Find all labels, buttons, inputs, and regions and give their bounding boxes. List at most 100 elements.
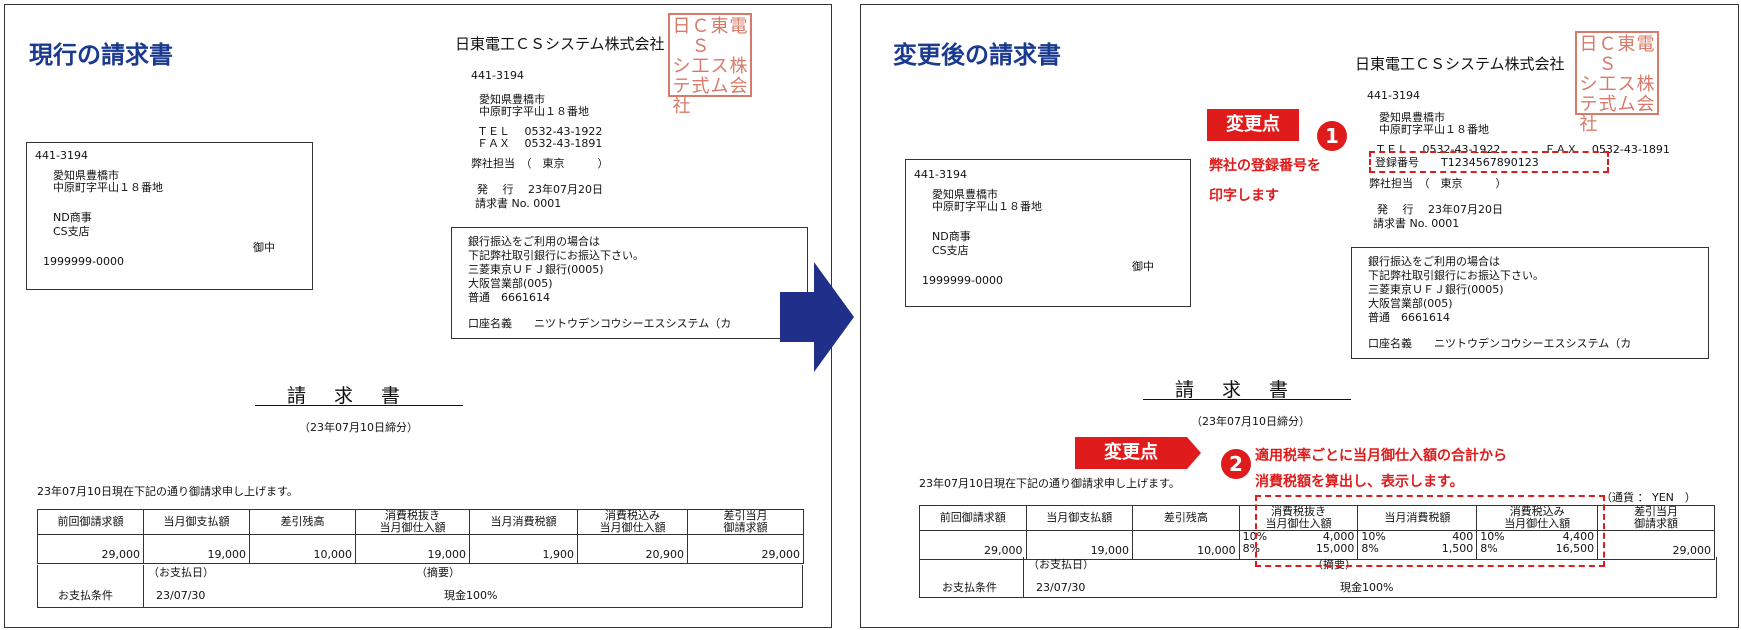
invoice-title-underline bbox=[255, 405, 463, 406]
change-1-line-1: 弊社の登録番号を bbox=[1209, 158, 1321, 174]
pay-date: 23/07/30 bbox=[1036, 581, 1086, 594]
change-2-line-1: 適用税率ごとに当月御仕入額の合計から bbox=[1255, 448, 1507, 464]
recipient-name-2: CS支店 bbox=[932, 244, 969, 257]
value-purchase-excl-tax: 19,000 bbox=[355, 534, 470, 564]
revised-invoice-panel: 変更後の請求書 日東電工ＣＳシステム株式会社 日 ＣＳ 東電 シ工ス株 テ式ム会 社… bbox=[860, 4, 1739, 628]
header-billing-amount: 差引当月 御請求額 bbox=[687, 509, 804, 535]
value-paid: 19,000 bbox=[1025, 530, 1134, 560]
company-seal: 日 ＣＳ 東電 シ工ス株 テ式ム会 社 bbox=[1575, 31, 1659, 135]
value-tax: 1,900 bbox=[469, 534, 578, 564]
change-1-line-2: 印字します bbox=[1209, 188, 1279, 204]
value-paid: 19,000 bbox=[143, 534, 250, 564]
company-seal: 日 ＣＳ 東電 シ工ス株 テ式ム会 社 bbox=[668, 13, 752, 117]
change-number-1: 1 bbox=[1317, 121, 1347, 151]
value-billing-amount: 29,000 bbox=[1597, 530, 1715, 560]
issuer-person: 弊社担当 （ 東京 ） bbox=[1369, 177, 1507, 190]
header-paid: 当月御支払額 bbox=[143, 509, 250, 535]
issuer-person: 弊社担当 （ 東京 ） bbox=[471, 157, 609, 170]
bank-line-5: 普通 6661614 bbox=[1368, 311, 1450, 324]
change-number-2: 2 bbox=[1221, 449, 1251, 479]
callout-pointer-icon bbox=[1187, 437, 1201, 469]
payment-terms-label: お支払条件 bbox=[58, 589, 113, 602]
issue-date: 発 行 23年07月20日 bbox=[1377, 203, 1503, 216]
recipient-box: 441-3194 愛知県豊橋市 中原町字平山１８番地 ND商事 CS支店 御中 … bbox=[26, 142, 313, 290]
company-name: 日東電工ＣＳシステム株式会社 bbox=[455, 35, 665, 53]
pay-date: 23/07/30 bbox=[156, 589, 206, 602]
invoice-table: 前回御請求額 当月御支払額 差引残高 消費税抜き 当月御仕入額 当月消費税額 消… bbox=[37, 509, 804, 564]
recipient-address-2: 中原町字平山１８番地 bbox=[932, 200, 1042, 213]
value-prev-billing: 29,000 bbox=[37, 534, 144, 564]
pay-date-label: （お支払日） bbox=[1028, 558, 1094, 571]
value-balance: 10,000 bbox=[1132, 530, 1240, 560]
bank-line-4: 大阪営業部(005) bbox=[468, 277, 553, 290]
issuer-zip: 441-3194 bbox=[1367, 89, 1420, 102]
bank-box: 銀行振込をご利用の場合は 下記弊社取引銀行にお振込下さい。 三菱東京ＵＦＪ銀行(… bbox=[1351, 247, 1709, 359]
bank-line-5: 普通 6661614 bbox=[468, 291, 550, 304]
recipient-honorific: 御中 bbox=[1132, 260, 1154, 273]
recipient-address-2: 中原町字平山１８番地 bbox=[53, 181, 163, 194]
header-prev-billing: 前回御請求額 bbox=[37, 509, 144, 535]
recipient-zip: 441-3194 bbox=[914, 168, 967, 181]
recipient-code: 1999999-0000 bbox=[43, 255, 124, 268]
issue-date: 発 行 23年07月20日 bbox=[477, 183, 603, 196]
closing-period: （23年07月10日締分） bbox=[299, 421, 418, 434]
bank-line-2: 下記弊社取引銀行にお振込下さい。 bbox=[468, 249, 644, 262]
recipient-name-2: CS支店 bbox=[53, 225, 90, 238]
issuer-fax: ＦＡＸ 0532-43-1891 bbox=[477, 137, 603, 150]
memo-label: （摘要） bbox=[416, 566, 460, 579]
invoice-number: 請求書 No. 0001 bbox=[1373, 217, 1460, 230]
invoice-title-underline bbox=[1143, 399, 1351, 400]
bank-line-3: 三菱東京ＵＦＪ銀行(0005) bbox=[1368, 283, 1504, 296]
change-badge-2: 変更点 bbox=[1075, 437, 1187, 469]
issuer-address-2: 中原町字平山１８番地 bbox=[479, 105, 589, 118]
issuer-address-2: 中原町字平山１８番地 bbox=[1379, 123, 1489, 136]
tax-rate-highlight bbox=[1255, 495, 1605, 567]
recipient-code: 1999999-0000 bbox=[922, 274, 1003, 287]
recipient-name-1: ND商事 bbox=[932, 230, 971, 243]
recipient-honorific: 御中 bbox=[253, 241, 275, 254]
bank-line-1: 銀行振込をご利用の場合は bbox=[1368, 255, 1500, 268]
bank-line-1: 銀行振込をご利用の場合は bbox=[468, 235, 600, 248]
recipient-zip: 441-3194 bbox=[35, 149, 88, 162]
bank-line-6: 口座名義 ニツトウデンコウシーエスシステム（カ bbox=[468, 317, 732, 330]
invoice-number: 請求書 No. 0001 bbox=[475, 197, 562, 210]
bank-line-3: 三菱東京ＵＦＪ銀行(0005) bbox=[468, 263, 604, 276]
recipient-box: 441-3194 愛知県豊橋市 中原町字平山１８番地 ND商事 CS支店 御中 … bbox=[905, 159, 1191, 307]
memo-value: 現金100% bbox=[444, 589, 498, 602]
invoice-title: 請求書 bbox=[1175, 379, 1317, 401]
value-balance: 10,000 bbox=[249, 534, 356, 564]
statement-text: 23年07月10日現在下記の通り御請求申し上げます。 bbox=[37, 485, 298, 498]
registration-highlight bbox=[1369, 151, 1609, 173]
bank-box: 銀行振込をご利用の場合は 下記弊社取引銀行にお振込下さい。 三菱東京ＵＦＪ銀行(… bbox=[451, 227, 808, 339]
value-billing-amount: 29,000 bbox=[687, 534, 804, 564]
value-prev-billing: 29,000 bbox=[919, 530, 1027, 560]
issuer-zip: 441-3194 bbox=[471, 69, 524, 82]
current-invoice-heading: 現行の請求書 bbox=[29, 41, 173, 69]
table-row: 29,000 19,000 10,000 19,000 1,900 20,900… bbox=[37, 534, 804, 564]
invoice-title: 請求書 bbox=[287, 385, 429, 407]
payment-terms-box: （お支払日） （摘要） お支払条件 23/07/30 現金100% bbox=[37, 565, 803, 608]
closing-period: （23年07月10日締分） bbox=[1191, 415, 1310, 428]
revised-invoice-heading: 変更後の請求書 bbox=[893, 41, 1061, 69]
currency-label: （通貨 ： YEN ） bbox=[1601, 491, 1696, 504]
bank-line-2: 下記弊社取引銀行にお振込下さい。 bbox=[1368, 269, 1544, 282]
header-balance: 差引残高 bbox=[249, 509, 356, 535]
recipient-name-1: ND商事 bbox=[53, 211, 92, 224]
header-prev-billing: 前回御請求額 bbox=[919, 505, 1027, 531]
header-paid: 当月御支払額 bbox=[1025, 505, 1134, 531]
bank-line-6: 口座名義 ニツトウデンコウシーエスシステム（カ bbox=[1368, 337, 1632, 350]
header-balance: 差引残高 bbox=[1132, 505, 1240, 531]
change-2-line-2: 消費税額を算出し、表示します。 bbox=[1255, 474, 1464, 490]
pay-date-label: （お支払日） bbox=[148, 566, 214, 579]
header-billing-amount: 差引当月 御請求額 bbox=[1597, 505, 1715, 531]
memo-value: 現金100% bbox=[1340, 581, 1394, 594]
bank-line-4: 大阪営業部(005) bbox=[1368, 297, 1453, 310]
arrow-right-icon bbox=[780, 262, 854, 372]
current-invoice-panel: 現行の請求書 日東電工ＣＳシステム株式会社 日 ＣＳ 東電 シ工ス株 テ式ム会 社 … bbox=[4, 4, 832, 628]
header-tax: 当月消費税額 bbox=[469, 509, 578, 535]
payment-terms-label: お支払条件 bbox=[942, 581, 997, 594]
statement-text: 23年07月10日現在下記の通り御請求申し上げます。 bbox=[919, 477, 1180, 490]
header-purchase-excl-tax: 消費税抜き 当月御仕入額 bbox=[355, 509, 470, 535]
change-badge-1: 変更点 bbox=[1207, 109, 1299, 141]
header-purchase-incl-tax: 消費税込み 当月御仕入額 bbox=[577, 509, 688, 535]
